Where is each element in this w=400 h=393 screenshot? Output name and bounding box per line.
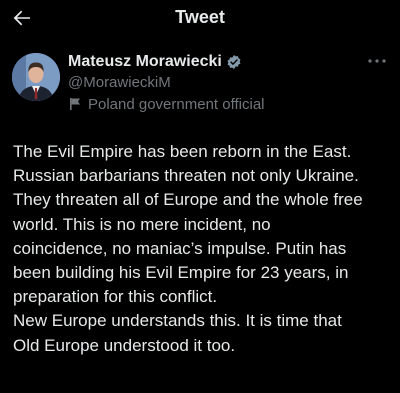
top-bar: Tweet (0, 0, 400, 36)
tweet-text-line: been building his Evil Empire for 23 yea… (13, 263, 349, 283)
tweet-text-line: The Evil Empire has been reborn in the E… (13, 142, 352, 161)
government-label: Poland government official (68, 94, 265, 114)
name-row: Mateusz Morawiecki (68, 52, 242, 72)
display-name[interactable]: Mateusz Morawiecki (68, 53, 222, 71)
tweet-text-line: They threaten all of Europe and the whol… (13, 190, 363, 210)
tweet-text-line: coincidence, no maniac’s impulse. Putin … (13, 238, 347, 258)
avatar-image (12, 53, 60, 101)
government-label-text: Poland government official (88, 95, 265, 113)
avatar[interactable] (12, 53, 60, 101)
tweet-author-header: Mateusz Morawiecki @MorawieckiM Poland g… (0, 46, 400, 116)
page-title: Tweet (175, 7, 225, 27)
tweet-text-line: world. This is no mere incident, no (13, 214, 271, 234)
tweet-text: The Evil Empire has been reborn in the E… (13, 140, 397, 358)
more-options-icon[interactable] (366, 54, 388, 68)
flag-icon (70, 98, 80, 110)
tweet-text-line: Russian barbarians threaten not only Ukr… (13, 166, 359, 186)
verified-badge-icon (227, 55, 241, 69)
tweet-text-line: Old Europe understood it too. (13, 335, 236, 355)
tweet-text-line: New Europe understands this. It is time … (13, 311, 342, 331)
user-handle[interactable]: @MorawieckiM (68, 74, 171, 91)
tweet-text-line: preparation for this conflict. (13, 287, 218, 307)
